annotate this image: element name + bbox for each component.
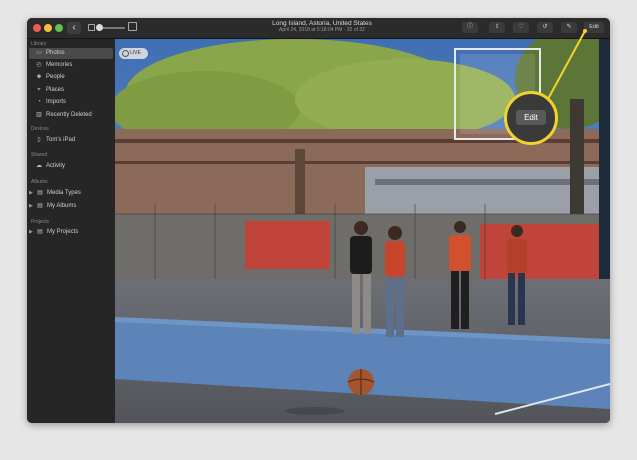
info-button[interactable]: ⓘ [462, 22, 478, 33]
photo-date-subtitle: April 24, 2018 at 5:18:04 PM · 32 of 32 [279, 27, 365, 33]
fullscreen-window-button[interactable] [55, 24, 63, 32]
sidebar-section-devices: Devices [31, 126, 49, 132]
rotate-icon: ↺ [542, 24, 548, 30]
sidebar-item-label: People [46, 74, 65, 80]
favorite-button[interactable]: ♡ [513, 22, 529, 33]
disclosure-triangle-icon[interactable]: ▶ [29, 188, 33, 199]
sidebar-section-library: Library [31, 41, 47, 47]
sidebar-item-people[interactable]: ☻ People [29, 72, 113, 83]
sidebar-item-memories[interactable]: ◴ Memories [29, 60, 113, 71]
sidebar-item-media-types[interactable]: ▶ ▤ Media Types [29, 188, 113, 199]
photos-window: ‹ Long Island, Astoria, United States Ap… [27, 18, 610, 423]
heart-icon: ♡ [518, 24, 524, 30]
minimize-window-button[interactable] [44, 24, 52, 32]
sidebar-item-label: My Albums [47, 203, 77, 209]
enhance-button[interactable]: ✎ [561, 22, 577, 33]
sidebar-item-label: My Projects [47, 229, 79, 235]
sidebar-item-device[interactable]: ▯ Tom's iPad [29, 135, 113, 146]
sidebar-item-places[interactable]: ⌖ Places [29, 85, 113, 96]
zoom-slider-knob[interactable] [96, 24, 103, 31]
magic-wand-icon: ✎ [566, 24, 572, 30]
live-photo-badge[interactable]: LIVE [119, 48, 148, 59]
share-icon: ⇪ [494, 24, 500, 30]
sidebar-section-shared: Shared [31, 152, 48, 158]
folder-icon: ▤ [37, 203, 43, 209]
title-bar: ‹ Long Island, Astoria, United States Ap… [27, 18, 610, 39]
info-icon: ⓘ [466, 24, 473, 30]
photos-icon: ▭ [36, 50, 42, 56]
sidebar-item-imports[interactable]: ◔ Imports [29, 97, 113, 108]
sidebar-item-photos[interactable]: ▭ Photos [29, 48, 113, 59]
sidebar-item-activity[interactable]: ☁ Activity [29, 161, 113, 172]
memories-icon: ◴ [36, 62, 42, 68]
edit-callout-highlight: Edit [504, 91, 558, 145]
back-button[interactable]: ‹ [67, 22, 81, 34]
trash-icon: ▥ [36, 112, 42, 118]
imports-icon: ◔ [37, 99, 41, 105]
sidebar-item-my-albums[interactable]: ▶ ▤ My Albums [29, 201, 113, 212]
sidebar-item-label: Activity [46, 163, 66, 169]
sidebar-item-label: Recently Deleted [46, 112, 92, 118]
ipad-icon: ▯ [37, 137, 41, 143]
sidebar: Library ▭ Photos ◴ Memories ☻ People ⌖ Place… [27, 39, 115, 423]
edit-button[interactable]: Edit [584, 22, 604, 33]
rotate-button[interactable]: ↺ [537, 22, 553, 33]
share-button[interactable]: ⇪ [489, 22, 505, 33]
sidebar-item-label: Memories [46, 62, 73, 68]
folder-icon: ▤ [37, 229, 43, 235]
sidebar-item-my-projects[interactable]: ▶ ▤ My Projects [29, 227, 113, 238]
sidebar-item-label: Places [46, 87, 65, 93]
sidebar-item-label: Photos [46, 50, 65, 56]
people-icon: ☻ [35, 74, 43, 80]
disclosure-triangle-icon[interactable]: ▶ [29, 227, 33, 238]
sidebar-section-projects: Projects [31, 219, 50, 225]
sidebar-item-label: Imports [46, 99, 67, 105]
cloud-icon: ☁ [36, 163, 42, 169]
live-label: LIVE [130, 50, 141, 56]
sidebar-section-albums: Albums [31, 179, 48, 185]
sidebar-item-label: Media Types [47, 190, 81, 196]
close-window-button[interactable] [33, 24, 41, 32]
places-pin-icon: ⌖ [37, 87, 41, 93]
sidebar-item-recently-deleted[interactable]: ▥ Recently Deleted [29, 110, 113, 121]
disclosure-triangle-icon[interactable]: ▶ [29, 201, 33, 212]
zoom-out-icon [88, 24, 95, 31]
live-photo-icon [122, 50, 129, 57]
zoom-in-icon [128, 22, 137, 31]
folder-icon: ▤ [37, 190, 43, 196]
edit-button-magnified[interactable]: Edit [516, 110, 546, 125]
sidebar-item-label: Tom's iPad [46, 137, 76, 143]
